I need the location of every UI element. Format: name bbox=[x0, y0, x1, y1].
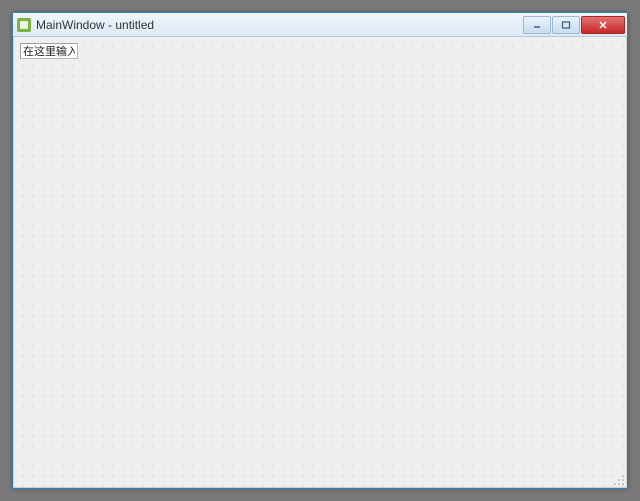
form-canvas[interactable] bbox=[13, 37, 627, 488]
close-button[interactable] bbox=[581, 16, 625, 34]
app-icon bbox=[17, 18, 31, 32]
line-edit-input[interactable] bbox=[20, 43, 78, 59]
minimize-button[interactable] bbox=[523, 16, 551, 34]
titlebar[interactable]: MainWindow - untitled bbox=[13, 13, 627, 37]
window-controls bbox=[522, 16, 625, 34]
maximize-button[interactable] bbox=[552, 16, 580, 34]
main-window: MainWindow - untitled bbox=[12, 12, 628, 489]
resize-grip-icon[interactable] bbox=[613, 474, 625, 486]
window-title: MainWindow - untitled bbox=[36, 18, 522, 32]
